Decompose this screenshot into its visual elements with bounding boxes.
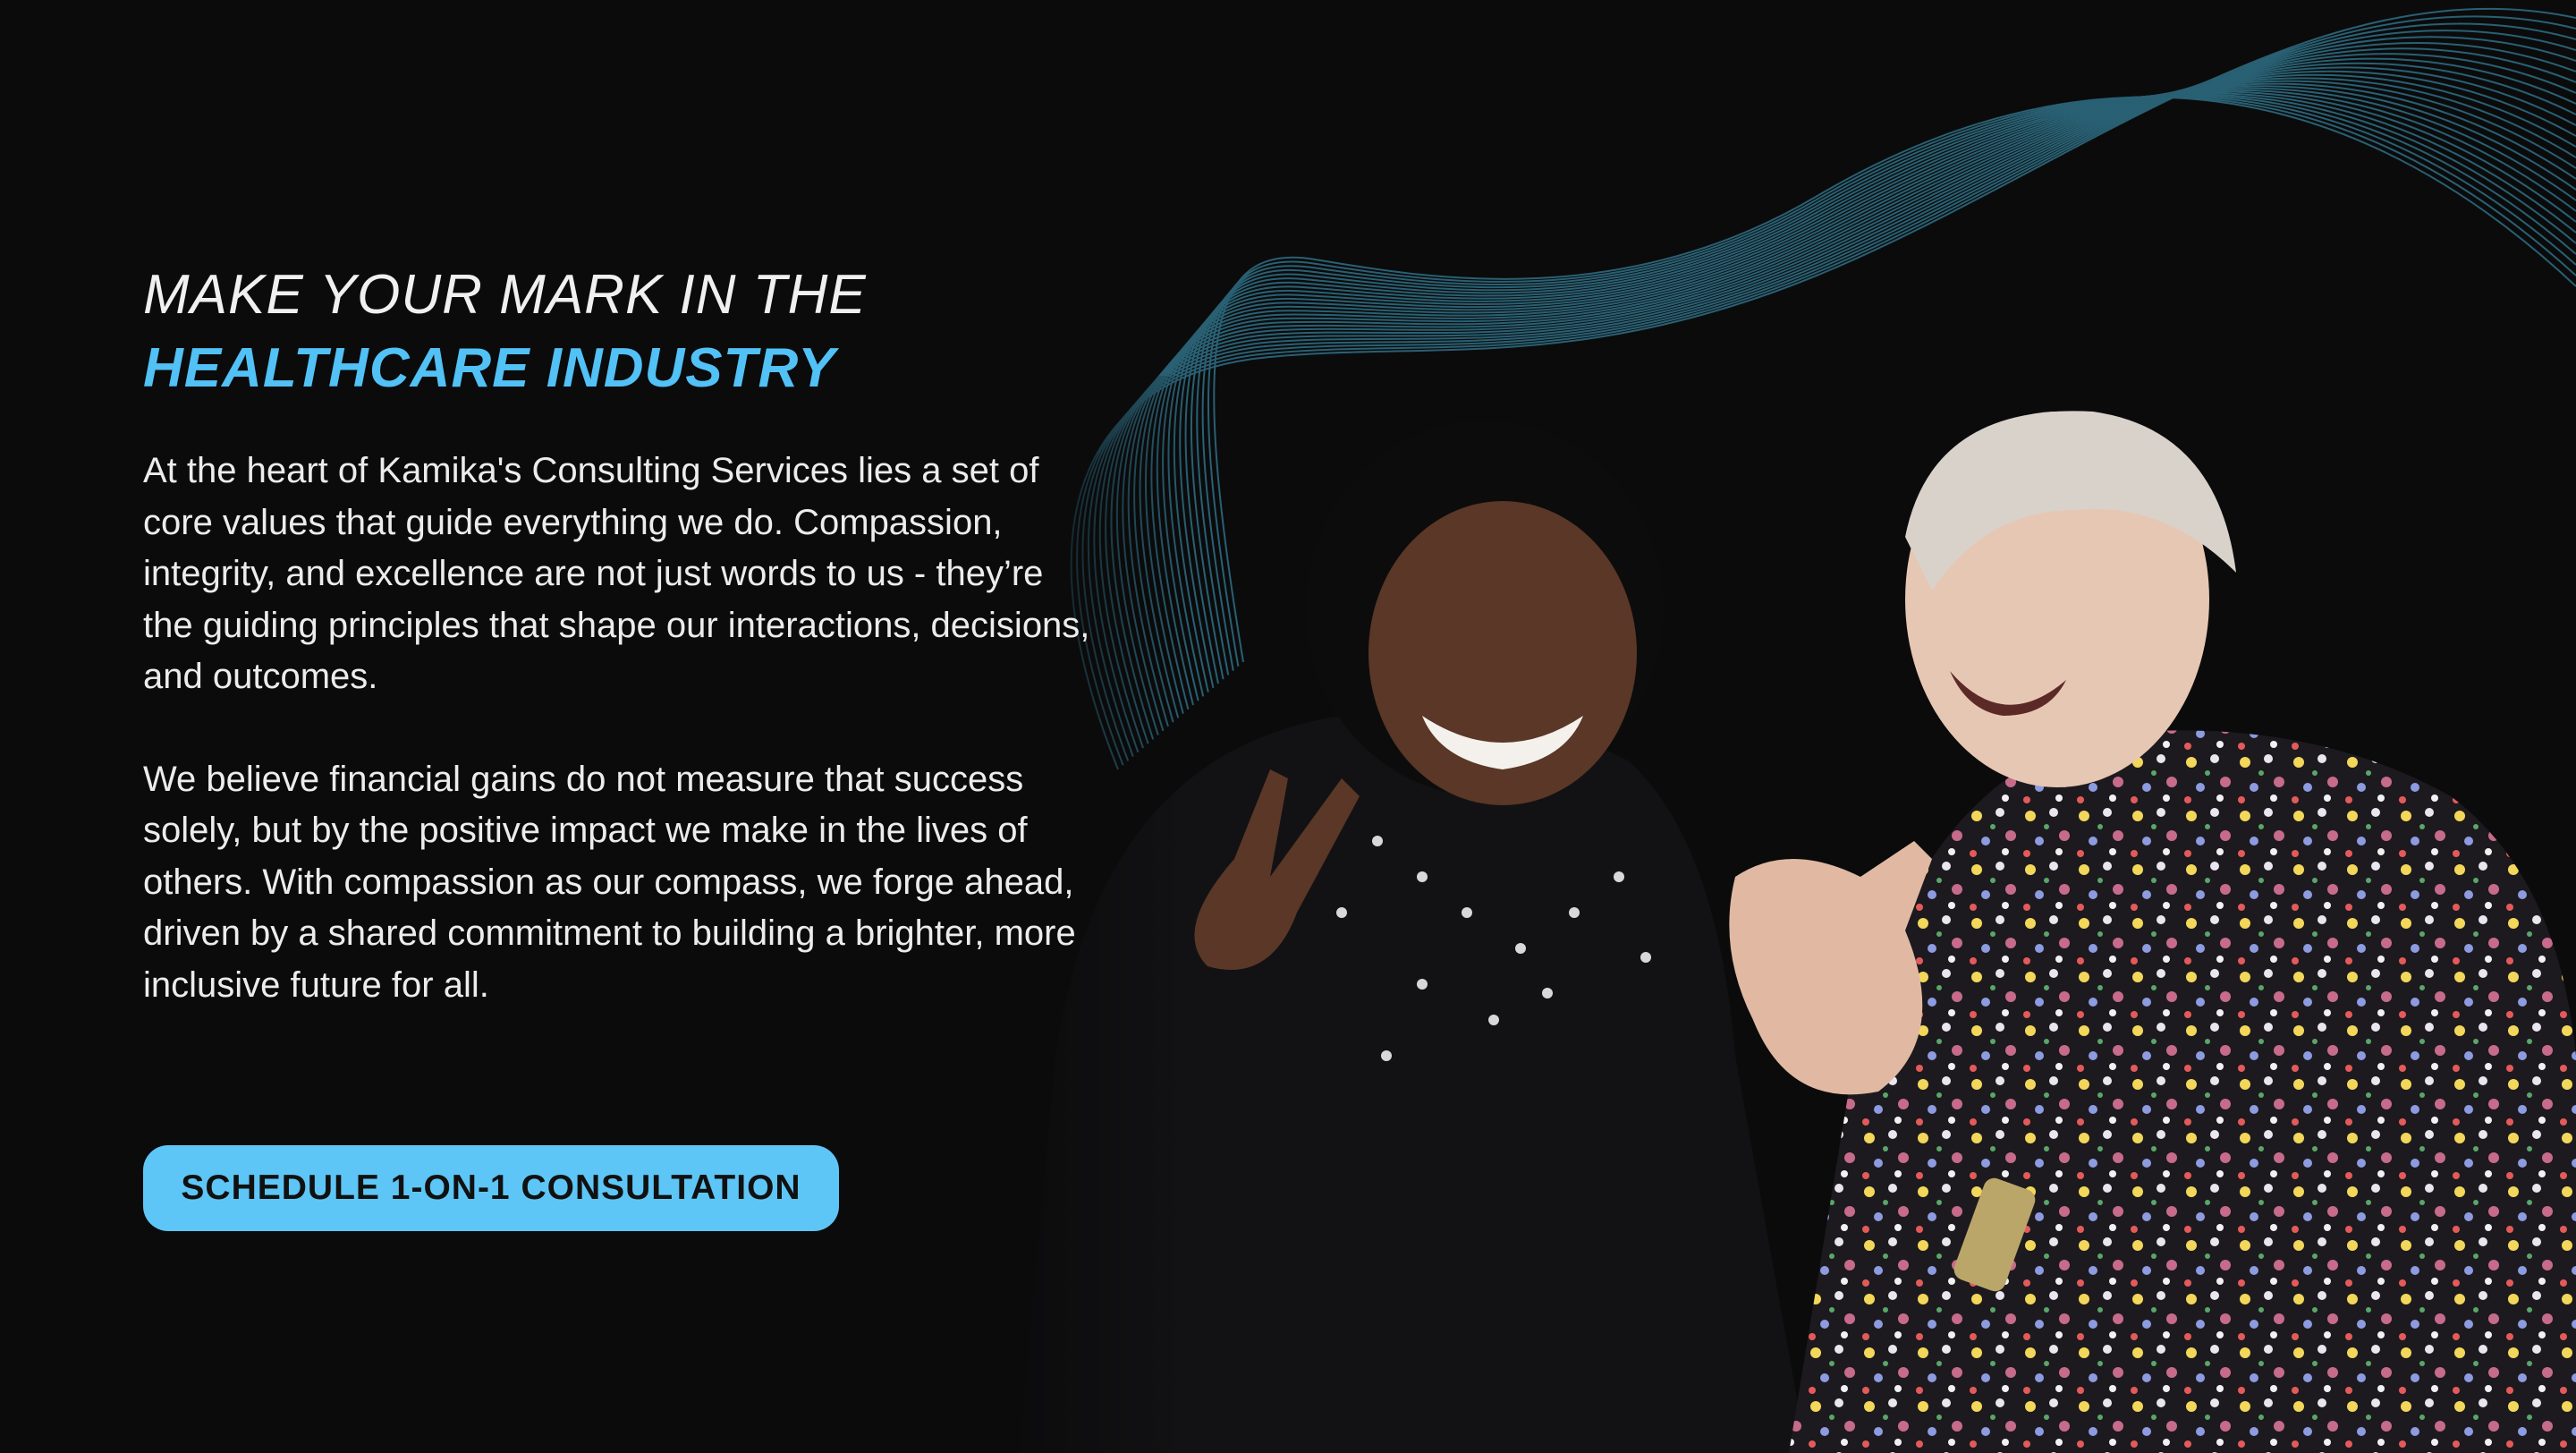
headline-line2: HEALTHCARE INDUSTRY xyxy=(143,337,836,399)
intro-paragraph-2: We believe financial gains do not measur… xyxy=(143,759,1076,1005)
hero-content: MAKE YOUR MARK IN THE HEALTHCARE INDUSTR… xyxy=(143,259,1091,1011)
schedule-consultation-button[interactable]: SCHEDULE 1-ON-1 CONSULTATION xyxy=(143,1145,839,1231)
intro-paragraph-1: At the heart of Kamika's Consulting Serv… xyxy=(143,451,1090,696)
headline-line1: MAKE YOUR MARK IN THE xyxy=(143,264,867,326)
hero-photo xyxy=(1002,376,2576,1453)
hero-section: MAKE YOUR MARK IN THE HEALTHCARE INDUSTR… xyxy=(0,0,2576,1453)
